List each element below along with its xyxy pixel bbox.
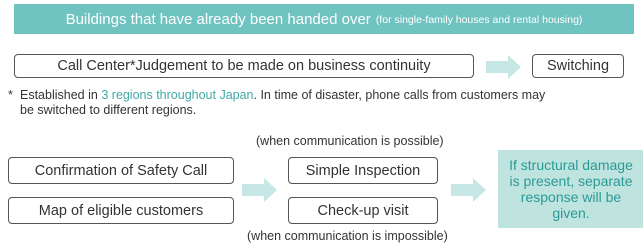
footnote-text-after: . In time of disaster, phone calls from … xyxy=(253,88,546,102)
simple-inspection-box: Simple Inspection xyxy=(288,157,438,184)
footnote: * Established in 3 regions throughout Jap… xyxy=(8,88,643,118)
right-arrow-icon xyxy=(486,55,521,79)
footnote-text-before: Established in xyxy=(20,88,102,102)
right-arrow-icon xyxy=(242,178,277,202)
call-center-box: Call Center*Judgement to be made on busi… xyxy=(14,54,474,78)
switching-box: Switching xyxy=(532,54,624,78)
section-header: Buildings that have already been handed … xyxy=(14,4,634,34)
footnote-line-1: * Established in 3 regions throughout Jap… xyxy=(8,88,643,103)
header-title: Buildings that have already been handed … xyxy=(65,10,371,28)
footnote-marker: * xyxy=(8,88,13,102)
safety-call-box: Confirmation of Safety Call xyxy=(8,157,234,184)
right-arrow-icon xyxy=(451,178,486,202)
header-subtitle: (for single-family houses and rental hou… xyxy=(375,14,583,26)
footnote-highlight: 3 regions throughout Japan xyxy=(101,88,254,102)
footnote-line-2: be switched to different regions. xyxy=(20,103,197,117)
caption-communication-impossible: (when communication is impossible) xyxy=(247,229,448,243)
structural-damage-note: If structural damage is present, separat… xyxy=(498,150,643,228)
customer-map-box: Map of eligible customers xyxy=(8,197,234,224)
checkup-visit-box: Check-up visit xyxy=(288,197,438,224)
caption-communication-possible: (when communication is possible) xyxy=(256,134,444,148)
